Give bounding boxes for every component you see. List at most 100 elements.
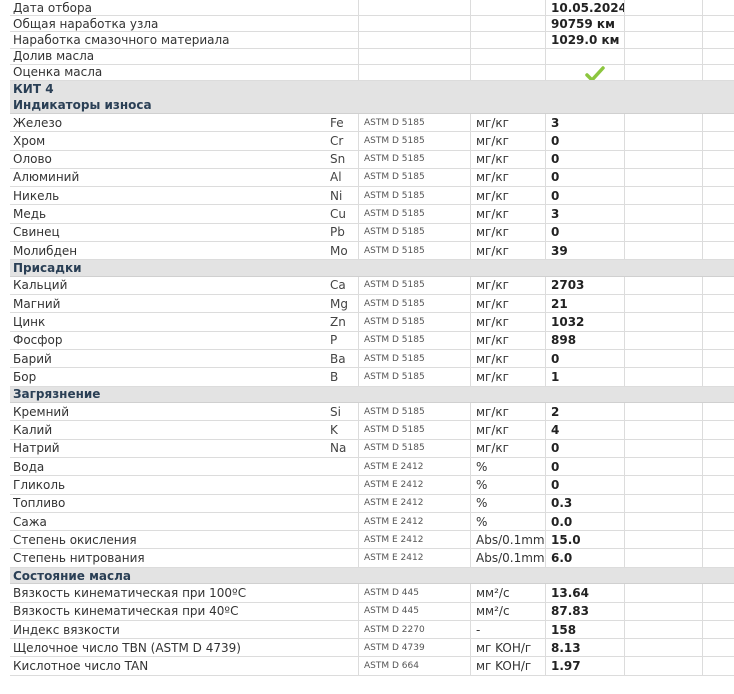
result-value: 0 <box>545 223 624 242</box>
blank-column-cell <box>624 476 702 494</box>
table-row: Натрий Na ASTM D 5185 мг/кг 0 <box>10 439 734 458</box>
blank-column-cell <box>624 313 702 331</box>
table-row: Алюминий Al ASTM D 5185 мг/кг 0 <box>10 168 734 188</box>
header-blank-cell <box>470 16 545 32</box>
blank-column-cell <box>702 168 734 187</box>
result-value: 1 <box>545 368 624 386</box>
element-symbol: Pb <box>330 225 345 240</box>
blank-column-cell <box>624 168 702 187</box>
header-blank-cell <box>470 64 545 80</box>
blank-column-cell <box>702 16 734 32</box>
blank-column-cell <box>702 64 734 80</box>
blank-column-cell <box>624 620 702 639</box>
parameter-name: Свинец <box>13 225 60 240</box>
test-method: ASTM D 5185 <box>358 113 470 132</box>
blank-column-cell <box>624 457 702 476</box>
test-method: ASTM D 445 <box>358 584 470 602</box>
element-symbol: Ca <box>330 278 346 293</box>
test-method: ASTM E 2412 <box>358 512 470 531</box>
blank-column-cell <box>702 223 734 242</box>
result-value: 0 <box>545 457 624 476</box>
result-value: 21 <box>545 295 624 313</box>
header-blank-cell <box>470 48 545 64</box>
element-symbol: Zn <box>330 315 346 330</box>
element-symbol <box>330 476 358 493</box>
result-value: 3 <box>545 205 624 223</box>
table-row: Степень нитрования ASTM E 2412 Abs/0.1mm 6.… <box>10 549 734 568</box>
blank-column-cell <box>624 295 702 313</box>
test-method: ASTM E 2412 <box>358 457 470 476</box>
unit: мг/кг <box>470 403 545 421</box>
blank-column-cell <box>702 512 734 531</box>
unit: % <box>470 494 545 512</box>
unit: мм²/с <box>470 584 545 602</box>
blank-column-cell <box>702 242 734 260</box>
table-row: Медь Cu ASTM D 5185 мг/кг 3 <box>10 205 734 224</box>
blank-column-cell <box>702 205 734 223</box>
unit: - <box>470 620 545 639</box>
unit: мг/кг <box>470 276 545 295</box>
table-row: Молибден Mo ASTM D 5185 мг/кг 39 <box>10 242 734 261</box>
header-value: 10.05.2024 <box>545 0 624 16</box>
blank-column-cell <box>702 187 734 205</box>
result-value: 0 <box>545 150 624 168</box>
parameter-name: Вода <box>13 459 45 474</box>
parameter-name: Барий <box>13 351 52 366</box>
blank-column-cell <box>702 531 734 549</box>
table-row: Кислотное число TAN ASTM D 664 мг KOH/г 1.9… <box>10 657 734 676</box>
parameter-name: Медь <box>13 207 47 222</box>
element-symbol <box>330 458 358 475</box>
element-symbol <box>330 531 358 548</box>
section-title: Состояние масла <box>13 568 131 583</box>
parameter-name: Кислотное число TAN <box>13 659 149 674</box>
result-value: 0.0 <box>545 512 624 531</box>
result-value: 1.97 <box>545 657 624 675</box>
result-value: 6.0 <box>545 549 624 567</box>
unit: Abs/0.1mm <box>470 531 545 549</box>
blank-column-cell <box>702 0 734 16</box>
table-row: Степень окисления ASTM E 2412 Abs/0.1mm 15.… <box>10 531 734 550</box>
test-method: ASTM D 5185 <box>358 242 470 260</box>
test-method: ASTM D 664 <box>358 657 470 675</box>
header-row: Оценка масла <box>10 64 734 81</box>
blank-column-cell <box>624 187 702 205</box>
element-symbol <box>330 639 358 656</box>
header-label: Оценка масла <box>13 65 103 80</box>
unit: мг/кг <box>470 168 545 187</box>
blank-column-cell <box>702 313 734 331</box>
unit: мг/кг <box>470 132 545 150</box>
test-method: ASTM D 5185 <box>358 368 470 386</box>
blank-column-cell <box>624 64 702 80</box>
element-symbol: Mg <box>330 296 348 311</box>
blank-column-cell <box>624 16 702 32</box>
blank-column-cell <box>624 439 702 457</box>
blank-column-cell <box>702 657 734 675</box>
unit: мг/кг <box>470 331 545 349</box>
section-title: Загрязнение <box>13 387 101 402</box>
unit: мг/кг <box>470 295 545 313</box>
header-label: Дата отбора <box>13 0 92 15</box>
parameter-name: Хром <box>13 133 46 148</box>
unit: мг/кг <box>470 421 545 439</box>
parameter-name: Щелочное число TBN (ASTM D 4739) <box>13 640 241 655</box>
blank-column-cell <box>702 549 734 567</box>
table-row: Вязкость кинематическая при 100ºС ASTM D … <box>10 584 734 603</box>
blank-column-cell <box>624 549 702 567</box>
section-header: Состояние масла <box>10 567 734 585</box>
blank-column-cell <box>624 132 702 150</box>
parameter-name: Кремний <box>13 404 70 419</box>
section-title: Индикаторы износа <box>13 98 152 113</box>
table-row: Магний Mg ASTM D 5185 мг/кг 21 <box>10 295 734 314</box>
section-title: Присадки <box>13 261 82 276</box>
parameter-name: Степень нитрования <box>13 551 145 566</box>
header-blank-cell <box>358 16 470 32</box>
result-value: 0 <box>545 187 624 205</box>
table-row: Калий K ASTM D 5185 мг/кг 4 <box>10 421 734 440</box>
result-value: 0 <box>545 439 624 457</box>
test-method: ASTM D 5185 <box>358 132 470 150</box>
parameter-name: Железо <box>13 115 63 130</box>
header-row: Долив масла <box>10 48 734 65</box>
blank-column-cell <box>702 331 734 349</box>
blank-column-cell <box>702 439 734 457</box>
unit: % <box>470 476 545 494</box>
